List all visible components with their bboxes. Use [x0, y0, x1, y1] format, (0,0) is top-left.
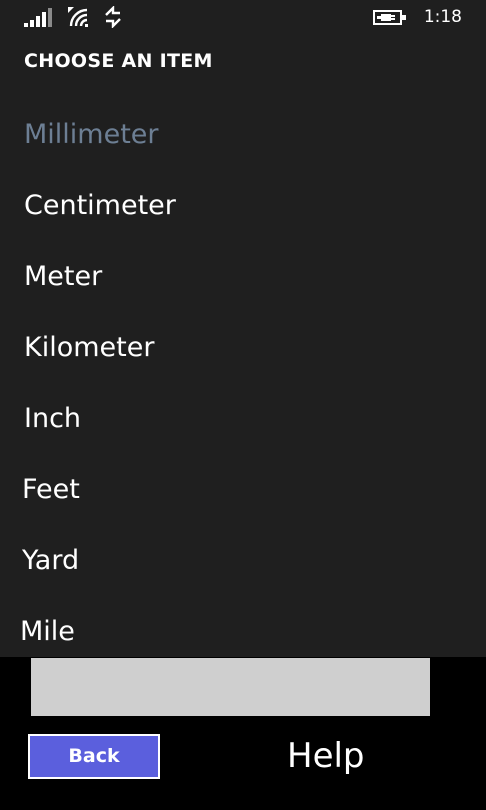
status-clock: 1:18: [423, 7, 462, 27]
list-picker-panel: 1:18 CHOOSE AN ITEM Millimeter Centimete…: [0, 0, 486, 657]
list-item-millimeter[interactable]: Millimeter: [24, 100, 159, 170]
list-item-meter[interactable]: Meter: [24, 242, 102, 312]
list-item-inch[interactable]: Inch: [24, 384, 81, 454]
list-item-kilometer[interactable]: Kilometer: [24, 313, 154, 383]
list-item-feet[interactable]: Feet: [22, 455, 80, 525]
data-connection-icon: [105, 6, 121, 28]
battery-charging-icon: [373, 10, 406, 25]
signal-strength-icon: [24, 8, 52, 27]
status-bar: 1:18: [0, 0, 486, 36]
back-button[interactable]: Back: [28, 734, 160, 779]
list-item-mile[interactable]: Mile: [20, 597, 75, 657]
ad-banner[interactable]: [31, 658, 430, 716]
list-item-yard[interactable]: Yard: [22, 526, 79, 596]
help-link[interactable]: Help: [287, 736, 365, 776]
page-title: CHOOSE AN ITEM: [24, 50, 213, 72]
bottom-bar: Back Help: [0, 657, 486, 810]
list-item-centimeter[interactable]: Centimeter: [24, 171, 176, 241]
wifi-icon: [68, 7, 88, 27]
